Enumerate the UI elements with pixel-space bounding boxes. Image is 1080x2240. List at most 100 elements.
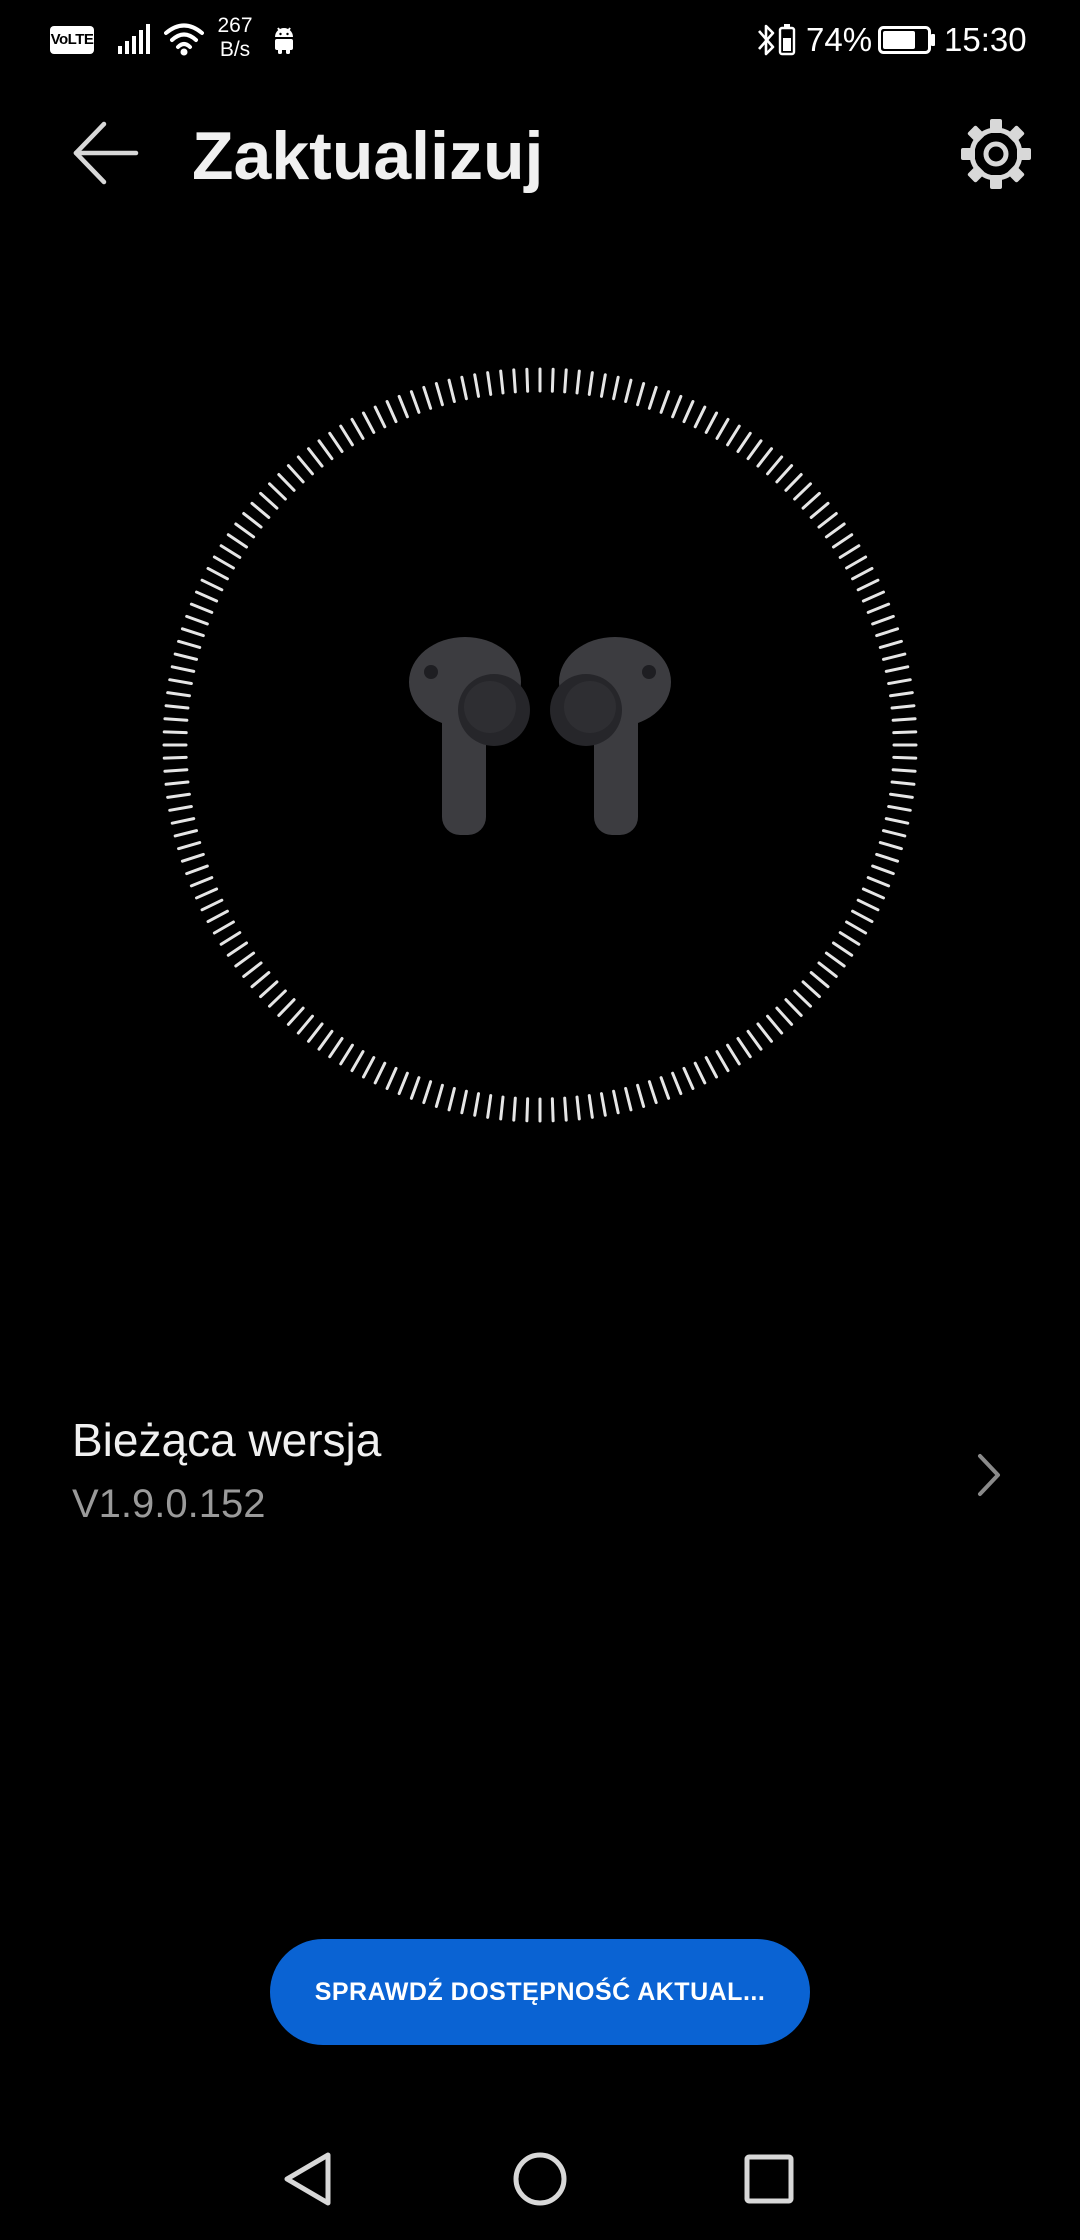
dial-tick (164, 704, 190, 710)
back-button[interactable] (70, 118, 146, 188)
dial-tick (587, 1094, 594, 1119)
dial-tick (499, 369, 505, 395)
dial-tick (587, 371, 594, 396)
volte-icon: VoLTE (50, 26, 94, 54)
dial-tick (219, 931, 242, 946)
dial-tick (361, 1056, 376, 1079)
dial-tick (162, 730, 188, 735)
dial-tick (250, 971, 271, 989)
dial-tick (339, 424, 354, 447)
network-speed: 267 B/s (212, 14, 258, 62)
dial-tick (887, 804, 912, 812)
settings-button[interactable] (958, 116, 1034, 192)
dial-tick (636, 382, 646, 407)
dial-tick (563, 1096, 568, 1122)
dial-tick (866, 876, 891, 888)
dial-tick (434, 382, 444, 407)
dial-tick (624, 378, 633, 404)
dial-tick (164, 780, 190, 786)
dial-tick (486, 371, 493, 396)
dial-tick (726, 424, 741, 447)
dial-tick (226, 941, 249, 957)
dial-tick (746, 439, 763, 461)
dial-tick (891, 717, 917, 722)
earbuds-icon (409, 637, 671, 835)
dial-tick (170, 817, 196, 825)
dial-tick (185, 864, 209, 876)
dial-tick (339, 1043, 354, 1066)
dial-tick (163, 717, 189, 722)
dial-tick (838, 931, 861, 946)
dial-tick (525, 1097, 530, 1123)
dial-tick (726, 1043, 741, 1066)
clock: 15:30 (944, 21, 1027, 58)
nav-home-circle-icon (513, 2152, 567, 2206)
battery-icon (878, 26, 935, 54)
dial-tick (286, 464, 305, 484)
dial-tick (890, 780, 916, 786)
page-title: Zaktualizuj (192, 118, 544, 194)
dial-tick (878, 841, 903, 851)
dial-tick (784, 473, 803, 492)
dial-tick (756, 447, 773, 468)
current-version-row[interactable]: Bieżąca wersja V1.9.0.152 (0, 1400, 1080, 1550)
dial-tick (746, 1029, 763, 1051)
dial-tick (682, 400, 695, 424)
dial-tick (736, 1036, 752, 1059)
dial-tick (831, 533, 854, 549)
dial-tick (766, 455, 784, 476)
dial-tick (704, 1056, 719, 1079)
dial-tick (866, 602, 891, 614)
dial-tick (460, 1089, 468, 1115)
dial-tick (793, 482, 812, 501)
network-speed-value: 267 (217, 14, 253, 37)
dial-tick (447, 1086, 456, 1112)
dial-tick (170, 665, 196, 673)
dial-tick (887, 678, 912, 686)
dial-tick (317, 1029, 334, 1051)
dial-tick (200, 898, 224, 912)
dial-tick (881, 652, 907, 661)
dial-tick (563, 368, 568, 394)
dial-tick (671, 1071, 683, 1096)
dial-tick (173, 652, 199, 661)
dial-tick (775, 1006, 794, 1026)
dial-tick (422, 1080, 433, 1105)
dial-tick (512, 1096, 517, 1122)
dial-tick (856, 898, 880, 912)
dial-tick (296, 1014, 314, 1035)
check-for-updates-button[interactable]: SPRAWDŹ DOSTĘPNOŚĆ AKTUAL... (270, 1939, 810, 2045)
dial-tick (242, 961, 263, 978)
dial-tick (715, 1050, 730, 1073)
dial-tick (851, 909, 874, 924)
status-bar: VoLTE 267 B/s 74% 15:30 (0, 0, 1080, 80)
nav-back-button[interactable] (278, 2148, 340, 2210)
network-speed-unit: B/s (219, 38, 251, 61)
dial-tick (350, 417, 365, 440)
dial-tick (195, 887, 219, 900)
dial-tick (892, 730, 918, 735)
dial-tick (307, 447, 324, 468)
dial-tick (892, 755, 918, 760)
dial-tick (878, 639, 903, 649)
dial-tick (756, 1022, 773, 1043)
dial-tick (671, 394, 683, 419)
dial-tick (206, 566, 229, 581)
dial-tick (226, 533, 249, 549)
dial-tick (259, 980, 279, 999)
dial-tick (361, 411, 376, 434)
dial-tick (612, 375, 620, 401)
dial-tick (845, 555, 868, 570)
wifi-icon (164, 23, 204, 56)
dial-tick (891, 768, 917, 773)
dial-tick (793, 989, 812, 1008)
nav-home-button[interactable] (509, 2148, 571, 2210)
dial-tick (473, 373, 481, 398)
dial-tick (636, 1083, 646, 1108)
dial-tick (168, 678, 193, 686)
dial-tick (831, 941, 854, 957)
dial-tick (693, 1061, 707, 1085)
nav-recents-button[interactable] (738, 2148, 800, 2210)
dial-tick (385, 1066, 398, 1090)
dial-tick (575, 1095, 581, 1121)
